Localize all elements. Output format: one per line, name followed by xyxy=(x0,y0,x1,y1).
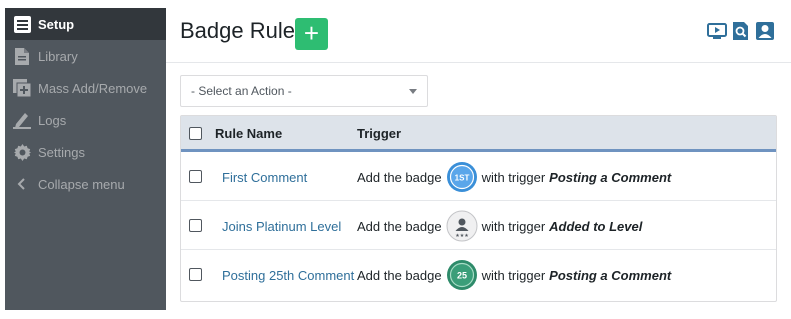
rule-name-link[interactable]: First Comment xyxy=(222,170,307,185)
trigger-mid: with trigger xyxy=(481,218,546,234)
trigger-cell: Add the badge 1ST with trigger Posting a… xyxy=(357,160,671,194)
action-select[interactable]: - Select an Action - xyxy=(180,75,428,107)
trigger-prefix: Add the badge xyxy=(357,218,442,234)
chevron-left-icon xyxy=(13,175,31,193)
sidebar-item-label: Library xyxy=(38,48,78,64)
badge-label: 25 xyxy=(457,271,467,281)
trigger-name: Added to Level xyxy=(549,218,643,234)
main-content: Badge Rules + - Select an Action - Rule … xyxy=(166,0,791,319)
sidebar-item-label: Mass Add/Remove xyxy=(38,80,148,96)
rules-table: Rule Name Trigger First Comment Add the … xyxy=(180,115,777,302)
table-row: Joins Platinum Level Add the badge ★★★ w… xyxy=(181,201,776,250)
column-header-rule-name: Rule Name xyxy=(215,126,283,141)
pencil-icon xyxy=(13,111,31,129)
user-icon[interactable] xyxy=(755,21,775,41)
svg-text:★★★: ★★★ xyxy=(455,233,469,239)
trigger-mid: with trigger xyxy=(481,267,546,283)
25th-comment-badge-icon: 25 xyxy=(446,259,478,291)
trigger-prefix: Add the badge xyxy=(357,169,442,185)
sidebar-item-mass-add-remove[interactable]: Mass Add/Remove xyxy=(5,72,166,104)
sidebar-item-settings[interactable]: Settings xyxy=(5,136,166,168)
chevron-down-icon xyxy=(409,89,417,94)
sidebar: Setup Library Mass Add/Remove Logs Setti… xyxy=(5,8,166,310)
trigger-prefix: Add the badge xyxy=(357,267,442,283)
list-icon xyxy=(13,15,31,33)
column-header-trigger: Trigger xyxy=(357,126,402,141)
trigger-name: Posting a Comment xyxy=(549,169,672,185)
platinum-level-badge-icon: ★★★ xyxy=(446,210,478,242)
row-checkbox[interactable] xyxy=(189,268,202,281)
add-rule-button[interactable]: + xyxy=(295,18,328,50)
badge-label: 1ST xyxy=(454,174,469,183)
row-checkbox[interactable] xyxy=(189,170,202,183)
table-row: First Comment Add the badge 1ST with tri… xyxy=(181,152,776,201)
collapse-menu-button[interactable]: Collapse menu xyxy=(5,168,166,200)
row-checkbox[interactable] xyxy=(189,219,202,232)
sidebar-item-label: Logs xyxy=(38,112,67,128)
sidebar-item-logs[interactable]: Logs xyxy=(5,104,166,136)
sidebar-item-setup[interactable]: Setup xyxy=(5,8,166,40)
action-select-value: - Select an Action - xyxy=(191,84,292,98)
rule-name-link[interactable]: Joins Platinum Level xyxy=(222,219,341,234)
header-icons xyxy=(707,21,775,41)
sidebar-item-label: Settings xyxy=(38,144,85,160)
page-title: Badge Rules xyxy=(180,18,306,43)
trigger-cell: Add the badge 25 with trigger Posting a … xyxy=(357,258,671,292)
sidebar-item-label: Setup xyxy=(38,16,75,32)
trigger-mid: with trigger xyxy=(481,169,546,185)
trigger-cell: Add the badge ★★★ with trigger Added to … xyxy=(357,209,642,243)
gear-icon xyxy=(13,143,31,161)
sidebar-item-library[interactable]: Library xyxy=(5,40,166,72)
table-row: Posting 25th Comment Add the badge 25 wi… xyxy=(181,250,776,299)
document-icon xyxy=(13,47,31,65)
select-all-checkbox[interactable] xyxy=(189,127,202,140)
page-header: Badge Rules + xyxy=(166,0,791,62)
first-comment-badge-icon: 1ST xyxy=(446,161,478,193)
search-document-icon[interactable] xyxy=(731,21,751,41)
trigger-name: Posting a Comment xyxy=(549,267,672,283)
header-divider xyxy=(166,62,791,63)
sidebar-item-label: Collapse menu xyxy=(38,176,125,192)
plus-box-icon xyxy=(13,79,31,97)
video-icon[interactable] xyxy=(707,21,727,41)
table-header: Rule Name Trigger xyxy=(181,116,776,152)
rule-name-link[interactable]: Posting 25th Comment xyxy=(222,268,354,283)
